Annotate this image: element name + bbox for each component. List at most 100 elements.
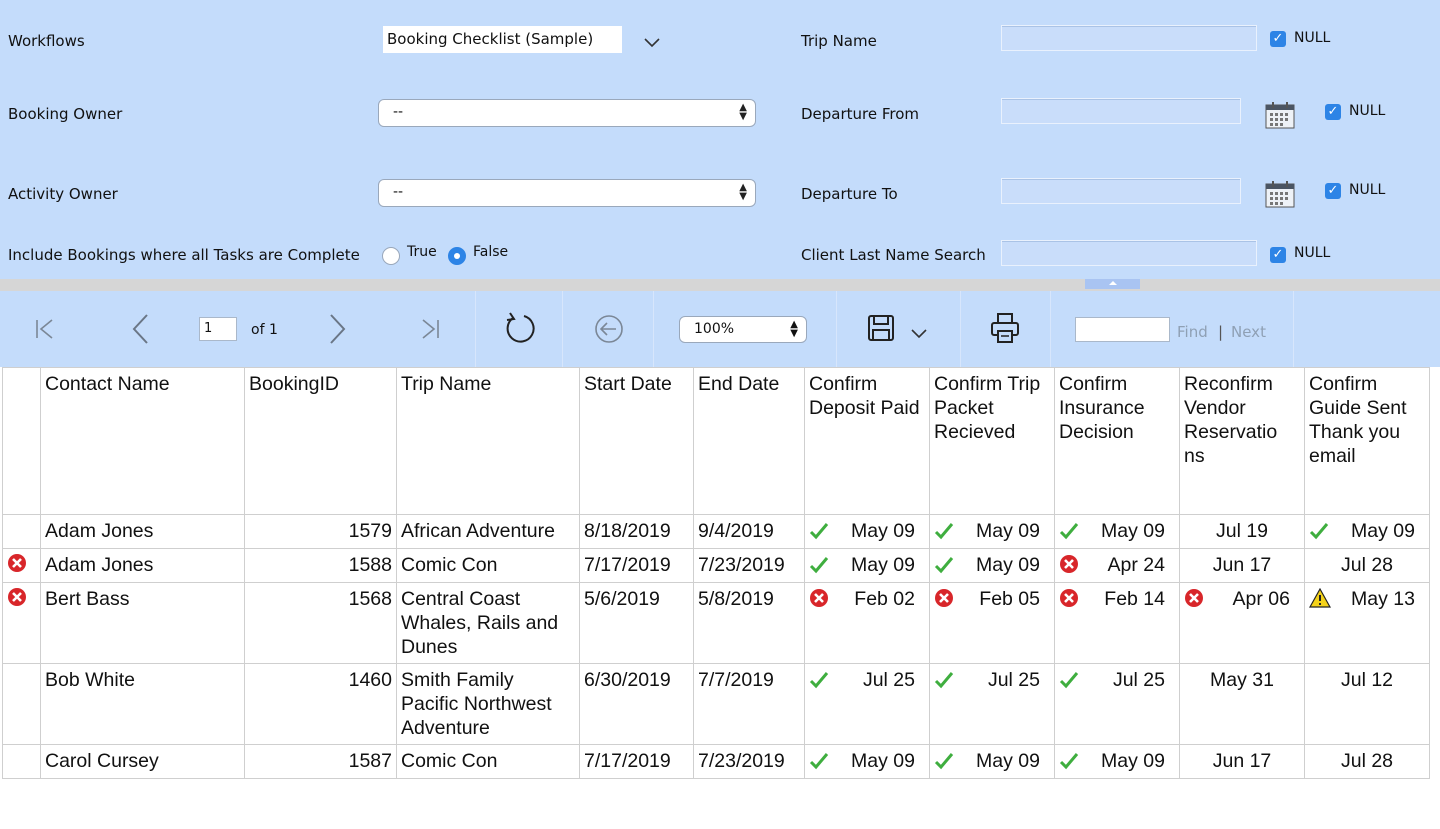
table-row: Bert Bass 1568 Central Coast Whales, Rails… [2, 582, 1430, 664]
booking-id-cell[interactable]: 1460 [244, 663, 397, 745]
back-icon[interactable] [594, 314, 624, 344]
task-status-cell: May 09 [1054, 744, 1180, 779]
radio-false-label: False [473, 244, 509, 260]
contact-name-cell[interactable]: Bert Bass [40, 582, 245, 664]
task-status-cell: May 09 [1304, 514, 1430, 549]
trip-name-input[interactable] [1001, 25, 1257, 51]
select-arrows-icon: ▲ ▼ [739, 182, 747, 202]
column-header: Start Date [579, 367, 694, 515]
task-status-cell: May 09 [804, 514, 930, 549]
task-status-cell: May 09 [804, 548, 930, 583]
find-input[interactable] [1075, 317, 1170, 342]
task-date: May 31 [1210, 669, 1274, 691]
panel-splitter[interactable] [0, 279, 1440, 291]
departure-from-input[interactable] [1001, 98, 1241, 124]
chevron-down-icon[interactable] [910, 327, 928, 339]
booking-id-cell[interactable]: 1568 [244, 582, 397, 664]
task-status-cell: May 13 [1304, 582, 1430, 664]
activity-owner-select[interactable]: -- ▲ ▼ [378, 179, 756, 207]
task-date: Jun 17 [1212, 750, 1272, 772]
table-header-row: Contact Name BookingID Trip Name Start D… [2, 367, 1430, 515]
trip-name-cell[interactable]: Comic Con [396, 744, 580, 779]
workflows-value: Booking Checklist (Sample) [387, 30, 594, 48]
check-icon [934, 750, 954, 774]
contact-name-cell[interactable]: Adam Jones [40, 514, 245, 549]
page-number-input[interactable]: 1 [199, 317, 237, 341]
task-date: Jul 28 [1340, 750, 1394, 772]
find-separator: | [1218, 323, 1224, 341]
column-header: Confirm Insurance Decision [1054, 367, 1180, 515]
zoom-select[interactable]: 100% ▲ ▼ [679, 316, 807, 343]
column-header: Contact Name [40, 367, 245, 515]
next-page-icon[interactable] [325, 313, 349, 345]
check-icon [1059, 520, 1079, 544]
refresh-icon[interactable] [503, 311, 537, 345]
previous-page-icon[interactable] [129, 313, 153, 345]
column-header: Trip Name [396, 367, 580, 515]
column-header: Confirm Deposit Paid [804, 367, 930, 515]
chevron-down-icon[interactable] [643, 36, 661, 48]
save-icon[interactable] [867, 314, 895, 342]
workflows-select[interactable]: Booking Checklist (Sample) [383, 26, 622, 53]
booking-id-cell[interactable]: 1587 [244, 744, 397, 779]
include-complete-label: Include Bookings where all Tasks are Com… [8, 246, 360, 264]
radio-true[interactable] [382, 247, 400, 265]
client-last-name-null-checkbox[interactable]: ✓ [1270, 247, 1286, 263]
task-status-cell: Apr 06 [1179, 582, 1305, 664]
booking-owner-select[interactable]: -- ▲ ▼ [378, 99, 756, 127]
calendar-icon[interactable] [1265, 101, 1295, 129]
parameter-panel: Workflows Booking Checklist (Sample) Boo… [0, 0, 1440, 279]
client-last-name-input[interactable] [1001, 240, 1257, 266]
task-status-cell: May 09 [804, 744, 930, 779]
departure-from-label: Departure From [801, 105, 920, 123]
task-status-cell: May 09 [929, 548, 1055, 583]
first-page-icon[interactable] [33, 317, 57, 341]
trip-name-cell[interactable]: Central Coast Whales, Rails and Dunes [396, 582, 580, 664]
column-header: BookingID [244, 367, 397, 515]
end-date-cell: 7/23/2019 [693, 548, 805, 583]
collapse-handle[interactable] [1085, 279, 1140, 289]
last-page-icon[interactable] [418, 317, 442, 341]
task-status-cell: Feb 02 [804, 582, 930, 664]
task-status-cell: Jul 25 [1054, 663, 1180, 745]
check-icon [809, 750, 829, 774]
task-status-cell: Feb 14 [1054, 582, 1180, 664]
column-header: Confirm Guide Sent Thank you email [1304, 367, 1430, 515]
find-link[interactable]: Find [1177, 323, 1208, 341]
contact-name-cell[interactable]: Bob White [40, 663, 245, 745]
row-flag-cell [2, 663, 41, 745]
task-status-cell: Jun 17 [1179, 744, 1305, 779]
departure-to-null-checkbox[interactable]: ✓ [1325, 183, 1341, 199]
task-date: Jul 25 [1112, 669, 1165, 691]
toolbar-divider [475, 291, 476, 367]
contact-name-cell[interactable]: Carol Cursey [40, 744, 245, 779]
table-row: Adam Jones 1588 Comic Con 7/17/2019 7/23/201… [2, 548, 1430, 583]
task-date: Apr 06 [1232, 588, 1290, 610]
task-status-cell: Jul 12 [1304, 663, 1430, 745]
trip-name-cell[interactable]: Comic Con [396, 548, 580, 583]
row-flag-cell [2, 744, 41, 779]
next-link[interactable]: Next [1231, 323, 1266, 341]
booking-id-cell[interactable]: 1579 [244, 514, 397, 549]
check-icon [934, 520, 954, 544]
task-date: Jul 28 [1340, 554, 1394, 576]
end-date-cell: 5/8/2019 [693, 582, 805, 664]
select-arrows-icon: ▲ ▼ [790, 319, 798, 339]
trip-name-cell[interactable]: African Adventure [396, 514, 580, 549]
end-date-cell: 7/23/2019 [693, 744, 805, 779]
contact-name-cell[interactable]: Adam Jones [40, 548, 245, 583]
radio-false[interactable] [448, 247, 466, 265]
calendar-icon[interactable] [1265, 180, 1295, 208]
check-icon [809, 520, 829, 544]
departure-from-null-checkbox[interactable]: ✓ [1325, 104, 1341, 120]
booking-id-cell[interactable]: 1588 [244, 548, 397, 583]
client-last-name-null-label: NULL [1294, 245, 1331, 261]
trip-name-null-checkbox[interactable]: ✓ [1270, 31, 1286, 47]
departure-to-input[interactable] [1001, 178, 1241, 204]
print-icon[interactable] [989, 312, 1021, 344]
task-status-cell: Jul 28 [1304, 548, 1430, 583]
task-status-cell: Apr 24 [1054, 548, 1180, 583]
trip-name-cell[interactable]: Smith Family Pacific Northwest Adventure [396, 663, 580, 745]
start-date-cell: 7/17/2019 [579, 744, 694, 779]
error-icon [1184, 588, 1204, 612]
